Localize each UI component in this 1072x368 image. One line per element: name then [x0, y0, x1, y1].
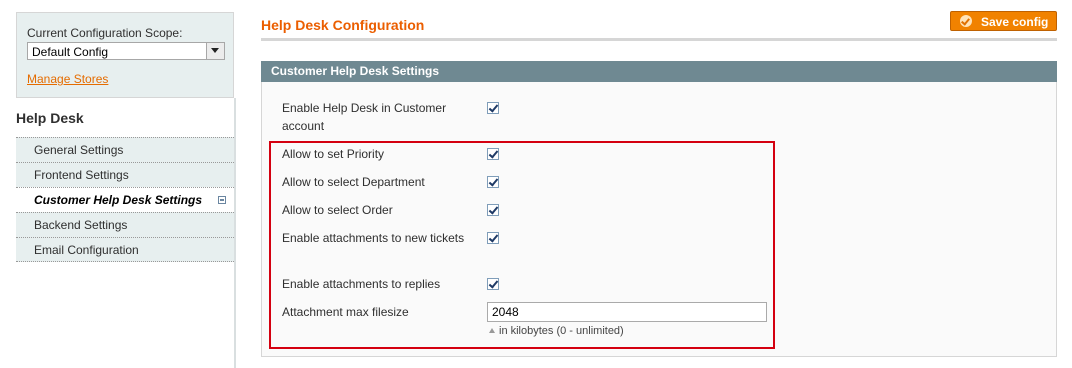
manage-stores-link[interactable]: Manage Stores	[27, 72, 108, 86]
sidebar-item-label: General Settings	[34, 143, 124, 157]
field-label-attachments-replies: Enable attachments to replies	[282, 277, 441, 291]
checkmark-icon	[960, 15, 972, 27]
sidebar-divider	[234, 98, 236, 368]
page-title: Help Desk Configuration	[261, 17, 425, 33]
chevron-down-icon[interactable]	[206, 43, 224, 59]
title-divider	[261, 38, 1057, 41]
attachment-max-filesize-input[interactable]	[487, 302, 767, 322]
sidebar-item-frontend-settings[interactable]: Frontend Settings	[16, 162, 234, 187]
scope-select-value: Default Config	[32, 45, 109, 59]
field-label-allow-department: Allow to select Department	[282, 175, 425, 189]
section-header[interactable]: Customer Help Desk Settings	[261, 61, 1057, 82]
section-state-icon	[218, 196, 226, 204]
filesize-note-text: in kilobytes (0 - unlimited)	[499, 325, 624, 337]
allow-order-checkbox[interactable]	[487, 204, 499, 216]
attachments-new-tickets-checkbox[interactable]	[487, 232, 499, 244]
scope-select[interactable]: Default Config	[27, 42, 225, 60]
sidebar-item-label: Frontend Settings	[34, 168, 129, 182]
sidebar-item-email-configuration[interactable]: Email Configuration	[16, 237, 234, 262]
save-config-label: Save config	[981, 15, 1049, 29]
field-label-attachments-new-tickets: Enable attachments to new tickets	[282, 231, 465, 245]
enable-help-desk-checkbox[interactable]	[487, 102, 499, 114]
attachments-replies-checkbox[interactable]	[487, 278, 499, 290]
sidebar-title: Help Desk	[16, 110, 84, 126]
note-arrow-icon	[489, 328, 495, 333]
sidebar-item-backend-settings[interactable]: Backend Settings	[16, 212, 234, 237]
field-label-attachment-max-filesize: Attachment max filesize	[282, 305, 409, 319]
sidebar-item-general-settings[interactable]: General Settings	[16, 137, 234, 162]
field-label-allow-priority: Allow to set Priority	[282, 147, 385, 161]
allow-department-checkbox[interactable]	[487, 176, 499, 188]
sidebar-item-label: Backend Settings	[34, 218, 128, 232]
field-label-allow-order: Allow to select Order	[282, 203, 393, 217]
scope-label: Current Configuration Scope:	[27, 26, 183, 40]
sidebar-item-label: Customer Help Desk Settings	[34, 193, 203, 207]
save-config-button[interactable]: Save config	[950, 11, 1057, 31]
field-label-enable-help-desk: Enable Help Desk in Customer account	[282, 101, 447, 133]
sidebar-nav: General Settings Frontend Settings Custo…	[16, 137, 234, 262]
filesize-note: in kilobytes (0 - unlimited)	[489, 325, 624, 337]
allow-priority-checkbox[interactable]	[487, 148, 499, 160]
scope-switcher: Current Configuration Scope: Default Con…	[16, 12, 234, 98]
sidebar-item-customer-help-desk-settings[interactable]: Customer Help Desk Settings	[16, 187, 234, 212]
sidebar-item-label: Email Configuration	[34, 243, 139, 257]
